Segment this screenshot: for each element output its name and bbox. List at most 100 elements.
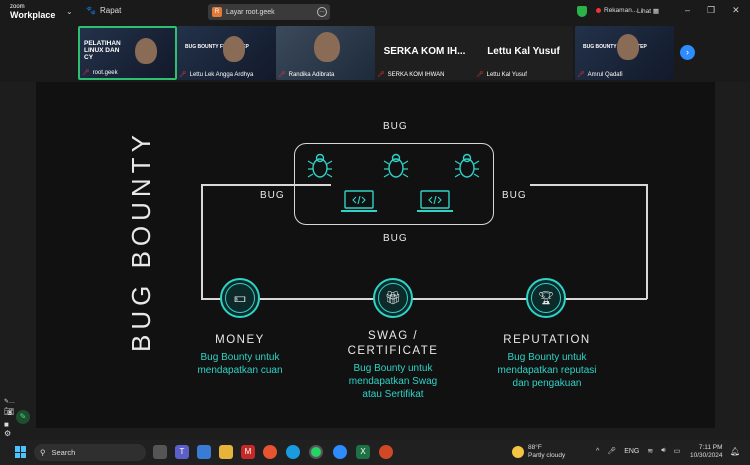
participant-name: 🎤︎ SERKA KOM IHWAN <box>377 71 444 79</box>
mic-muted-icon: 🎤︎ <box>476 72 484 78</box>
recording-label: Rekaman... <box>604 7 638 14</box>
clock-date: 10/30/2024 <box>690 452 723 459</box>
zoom-icon[interactable] <box>333 445 347 459</box>
trophy-icon: 🏆︎ <box>526 278 566 318</box>
taskbar-search[interactable]: ⚲ Search <box>34 444 146 461</box>
windows-taskbar: ⚲ Search T M X 88°F Partly cloudy ^ 🎤︎ E… <box>0 440 750 465</box>
search-icon: ⚲ <box>40 448 46 457</box>
mic-muted-icon: 🎤︎ <box>577 72 585 78</box>
participant-face <box>617 34 639 60</box>
participant-face <box>314 32 340 62</box>
participant-face <box>223 36 245 62</box>
clock[interactable]: 7:11 PM 10/30/2024 <box>690 444 723 460</box>
participant-name: 🎤︎ root.geek <box>82 69 118 77</box>
view-menu[interactable]: Lihat ▦ <box>637 7 659 15</box>
wifi-icon[interactable]: ≋ <box>647 447 653 455</box>
security-shield-icon[interactable] <box>577 6 587 17</box>
search-label: Search <box>51 448 76 457</box>
copilot-icon[interactable] <box>197 445 211 459</box>
slide-title: BUG BOUNTY <box>126 130 156 352</box>
mcafee-icon[interactable]: M <box>241 445 255 459</box>
laptop-code-icon <box>341 190 377 212</box>
screen-share-pill[interactable]: R Layar root.geek … <box>208 4 330 20</box>
participant-big-name: Lettu Kal Yusuf <box>487 46 560 57</box>
minimize-icon[interactable]: – <box>685 5 690 16</box>
zoom-titlebar: zoom Workplace ⌄ 🐾 Rapat R Layar root.ge… <box>0 0 750 24</box>
presentation-slide: BUG BOUNTY BUG BUG BUG BUG 💵︎ 🎁︎ 🏆︎ MONE… <box>36 82 715 428</box>
swag-heading-line1: SWAG / <box>367 330 419 342</box>
settings-icon[interactable]: ⚙ <box>4 429 28 438</box>
participant-name-label: Lettu Kal Yusuf <box>486 71 527 78</box>
chevron-down-icon[interactable]: ⌄ <box>66 7 73 16</box>
edge-icon[interactable] <box>286 445 300 459</box>
chevron-up-icon[interactable]: ^ <box>596 448 599 455</box>
mic-icon[interactable]: 🎤︎ <box>607 447 616 455</box>
next-page-icon[interactable]: › <box>680 45 695 60</box>
chrome-icon[interactable] <box>263 445 277 459</box>
more-tools-icon[interactable]: ✎… <box>4 398 28 405</box>
recording-indicator[interactable]: Rekaman... <box>596 7 637 14</box>
share-label: Layar root.geek <box>226 8 275 16</box>
participant-tile[interactable]: BUG BOUNTY FIRST STEP 🎤︎ Lettu Lek Angga … <box>177 26 276 80</box>
maximize-icon[interactable]: ❐ <box>707 5 715 16</box>
excel-icon[interactable]: X <box>356 445 370 459</box>
participant-tile[interactable]: Lettu Kal Yusuf 🎤︎ Lettu Kal Yusuf <box>474 26 573 80</box>
paw-icon: 🐾 <box>86 6 96 15</box>
partly-cloudy-icon <box>512 446 524 458</box>
connector-line <box>646 184 648 299</box>
participant-name: 🎤︎ Lettu Lek Angga Ardhya <box>179 71 254 79</box>
shared-screen: BUG BOUNTY BUG BUG BUG BUG 💵︎ 🎁︎ 🏆︎ MONE… <box>0 82 750 440</box>
participant-name-label: Lettu Lek Angga Ardhya <box>189 71 254 78</box>
participant-name-label: Randika Adibrata <box>288 71 335 78</box>
mic-muted-icon: 🎤︎ <box>377 72 385 78</box>
connector-line <box>201 298 647 300</box>
bug-label-left: BUG <box>260 190 285 201</box>
participant-tile[interactable]: SERKA KOM IH... 🎤︎ SERKA KOM IHWAN <box>375 26 474 80</box>
money-icon: 💵︎ <box>220 278 260 318</box>
gift-icon: 🎁︎ <box>373 278 413 318</box>
system-tray: ^ 🎤︎ ENG ≋ 🔊︎ ▭ <box>596 447 680 455</box>
participant-name: 🎤︎ Amrul Qadafi <box>577 71 623 79</box>
teams-icon[interactable]: T <box>175 445 189 459</box>
swag-description: Bug Bounty untuk mendapatkan Swag atau S… <box>348 363 438 400</box>
money-icon-inner: 💵︎ <box>225 283 255 313</box>
volume-icon[interactable]: 🔊︎ <box>661 447 665 455</box>
close-icon[interactable]: ✕ <box>732 5 740 16</box>
bug-icon <box>454 153 480 178</box>
task-view-icon[interactable] <box>153 445 167 459</box>
bug-icon <box>307 153 333 178</box>
money-description: Bug Bounty untuk mendapatkan cuan <box>197 352 283 376</box>
participant-big-name: SERKA KOM IH... <box>383 46 466 57</box>
mic-muted-icon: 🎤︎ <box>82 70 90 76</box>
participant-name-label: root.geek <box>92 69 118 76</box>
participant-name-label: Amrul Qadafi <box>587 71 623 78</box>
language-indicator[interactable]: ENG <box>624 448 639 455</box>
file-explorer-icon[interactable] <box>219 445 233 459</box>
participant-tile[interactable]: BUG BOUNTY FIRST STEP 🎤︎ Amrul Qadafi <box>575 26 674 80</box>
participant-strip: PELATIHAN LINUX DAN CY 🎤︎ root.geek BUG B… <box>0 24 750 82</box>
swag-heading-line2: CERTIFICATE <box>347 345 439 357</box>
view-label: Lihat <box>637 8 652 15</box>
share-user-badge: R <box>212 7 222 17</box>
annotate-icon[interactable]: ✎ <box>16 410 30 424</box>
bug-label-right: BUG <box>502 190 527 201</box>
record-dot-icon <box>596 8 601 13</box>
money-heading: MONEY <box>215 334 265 346</box>
clock-time: 7:11 PM <box>698 444 723 451</box>
participant-name: 🎤︎ Lettu Kal Yusuf <box>476 71 527 79</box>
weather-widget[interactable]: 88°F Partly cloudy <box>512 444 565 460</box>
zoom-logo: zoom Workplace <box>10 3 55 20</box>
battery-icon[interactable]: ▭ <box>674 447 681 455</box>
bug-label-top: BUG <box>383 121 408 132</box>
windows-start-icon[interactable] <box>15 446 27 458</box>
whatsapp-icon[interactable] <box>309 445 323 459</box>
participant-tile[interactable]: 🎤︎ Randika Adibrata <box>276 26 375 80</box>
meeting-label: Rapat <box>99 6 122 15</box>
meeting-menu[interactable]: 🐾 Rapat <box>86 6 121 15</box>
tile-overlay-text: PELATIHAN LINUX DAN CY <box>84 40 121 61</box>
notification-bell-icon[interactable]: 🔔︎ <box>730 447 740 456</box>
powerpoint-icon[interactable] <box>379 445 393 459</box>
more-icon[interactable]: … <box>317 7 327 17</box>
reputation-heading: REPUTATION <box>503 334 591 346</box>
participant-tile[interactable]: PELATIHAN LINUX DAN CY 🎤︎ root.geek <box>78 26 177 80</box>
